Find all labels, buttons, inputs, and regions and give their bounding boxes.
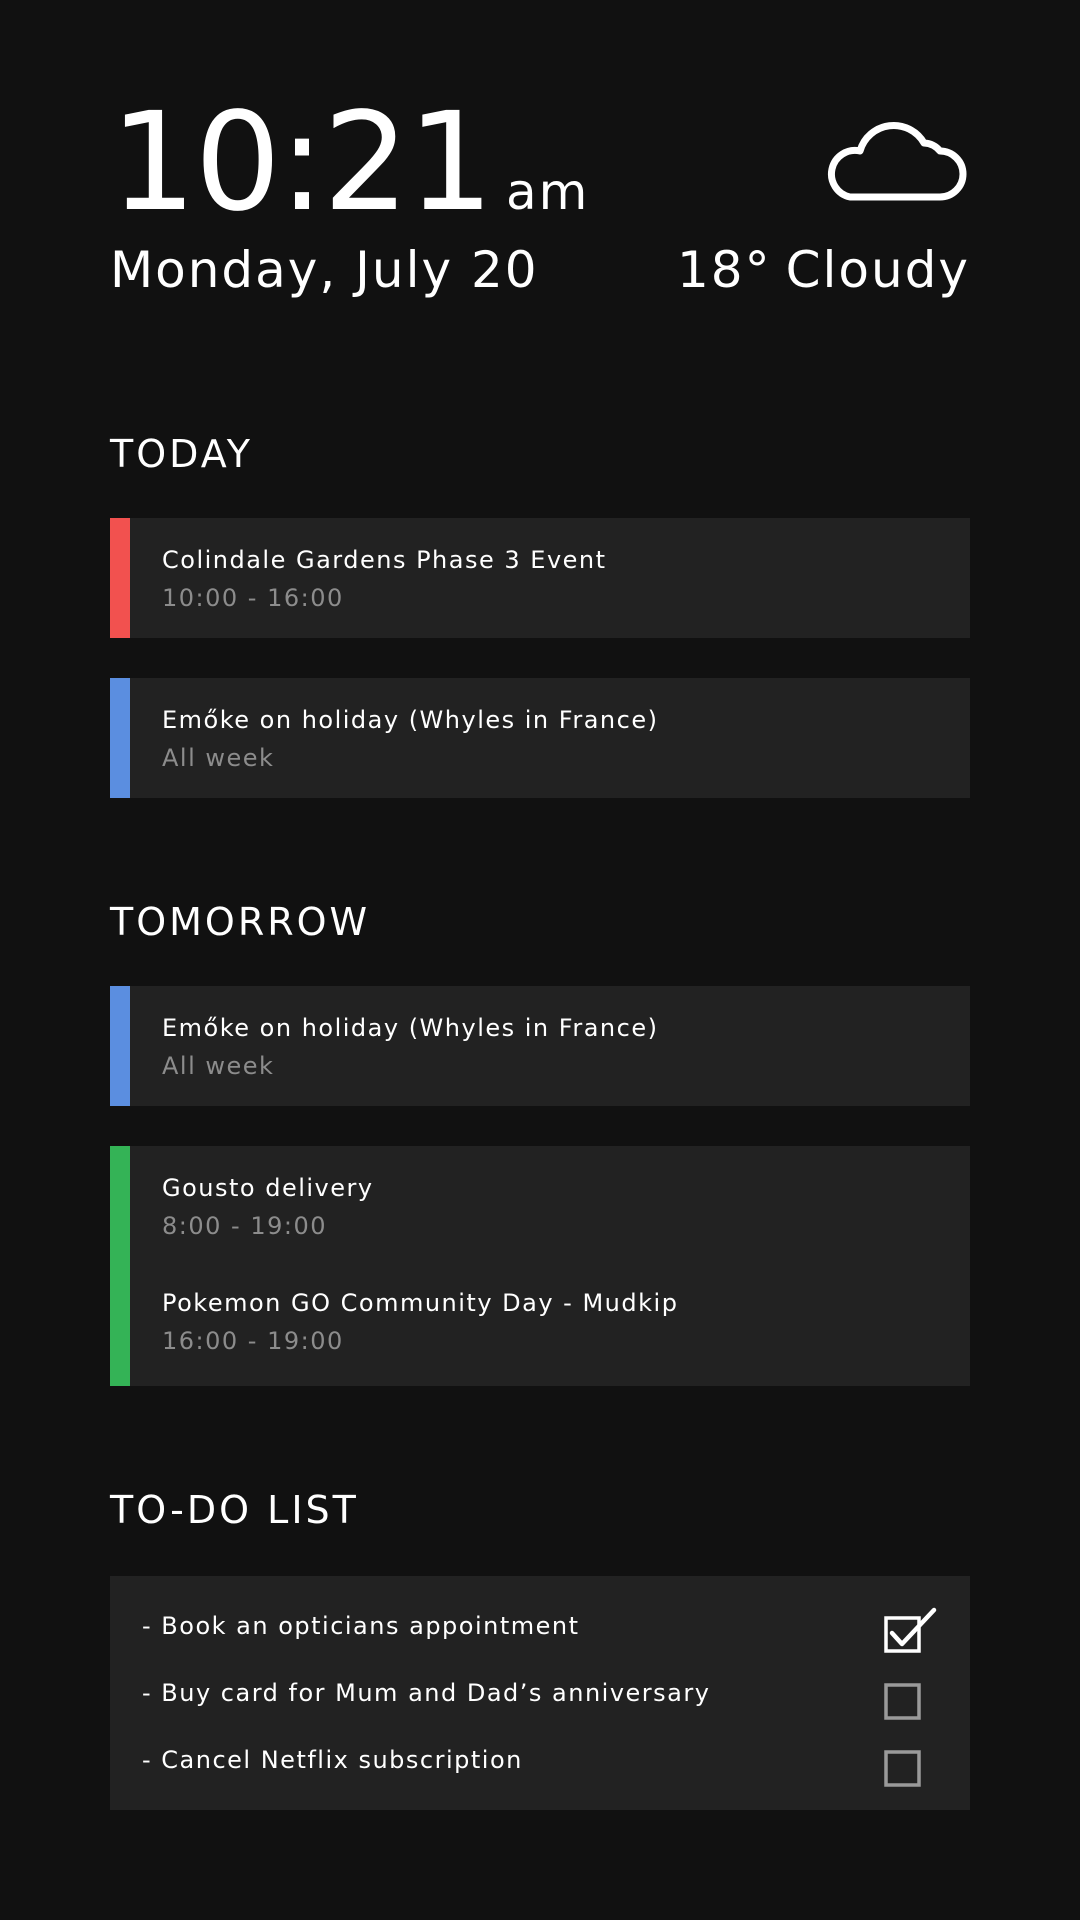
event-title: Emőke on holiday (Whyles in France) xyxy=(162,706,659,734)
checkbox-box xyxy=(884,1750,921,1787)
todo-item: - Buy card for Mum and Dad’s anniversary xyxy=(142,1679,938,1720)
event-card[interactable]: Emőke on holiday (Whyles in France) All … xyxy=(110,986,970,1106)
section-heading-today: TODAY xyxy=(110,432,253,476)
todo-item-text: - Book an opticians appointment xyxy=(142,1612,580,1640)
event-time: All week xyxy=(162,1052,275,1080)
checkbox-box xyxy=(884,1683,921,1720)
weather-condition: Cloudy xyxy=(785,241,970,299)
weather-temperature: 18° xyxy=(676,241,772,299)
event-card[interactable]: Colindale Gardens Phase 3 Event 10:00 - … xyxy=(110,518,970,638)
event-card[interactable]: Emőke on holiday (Whyles in France) All … xyxy=(110,678,970,798)
clock-ampm: am xyxy=(505,163,590,221)
cloud-icon xyxy=(827,122,967,201)
event-time: 10:00 - 16:00 xyxy=(162,584,344,612)
todo-list: - Book an opticians appointment - Buy ca… xyxy=(110,1576,970,1810)
event-color-bar xyxy=(110,986,130,1106)
clock-time: 10:21 xyxy=(110,84,494,242)
event-title: Emőke on holiday (Whyles in France) xyxy=(162,1014,659,1042)
event-item: Colindale Gardens Phase 3 Event 10:00 - … xyxy=(162,546,607,612)
todo-checkbox[interactable] xyxy=(882,1734,938,1790)
clock: 10:21 am xyxy=(110,95,589,231)
event-item: Pokemon GO Community Day - Mudkip 16:00 … xyxy=(162,1289,678,1355)
todo-item-text: - Buy card for Mum and Dad’s anniversary xyxy=(142,1679,711,1707)
date-label: Monday, July 20 xyxy=(110,241,539,299)
section-heading-tomorrow: TOMORROW xyxy=(110,900,371,944)
event-item: Gousto delivery 8:00 - 19:00 xyxy=(162,1174,374,1240)
event-item: Emőke on holiday (Whyles in France) All … xyxy=(162,1014,658,1080)
event-title: Colindale Gardens Phase 3 Event xyxy=(162,546,607,574)
todo-item: - Cancel Netflix subscription xyxy=(142,1746,938,1787)
weather-summary: 18° Cloudy xyxy=(677,241,970,299)
todo-checkbox[interactable] xyxy=(882,1600,938,1656)
event-time: 8:00 - 19:00 xyxy=(162,1212,327,1240)
todo-item-text: - Cancel Netflix subscription xyxy=(142,1746,523,1774)
section-heading-todo: TO-DO LIST xyxy=(110,1488,359,1532)
todo-checkbox[interactable] xyxy=(882,1667,938,1723)
event-item: Emőke on holiday (Whyles in France) All … xyxy=(162,706,658,772)
checkmark-icon xyxy=(889,1607,937,1647)
event-title: Pokemon GO Community Day - Mudkip xyxy=(162,1289,679,1317)
event-card[interactable]: Gousto delivery 8:00 - 19:00 Pokemon GO … xyxy=(110,1146,970,1386)
event-color-bar xyxy=(110,518,130,638)
event-color-bar xyxy=(110,678,130,798)
event-time: 16:00 - 19:00 xyxy=(162,1327,344,1355)
header: 10:21 am Monday, July 20 18° Cloudy xyxy=(110,95,970,305)
todo-item: - Book an opticians appointment xyxy=(142,1607,938,1653)
event-time: All week xyxy=(162,744,275,772)
event-color-bar xyxy=(110,1146,130,1386)
event-title: Gousto delivery xyxy=(162,1174,374,1202)
